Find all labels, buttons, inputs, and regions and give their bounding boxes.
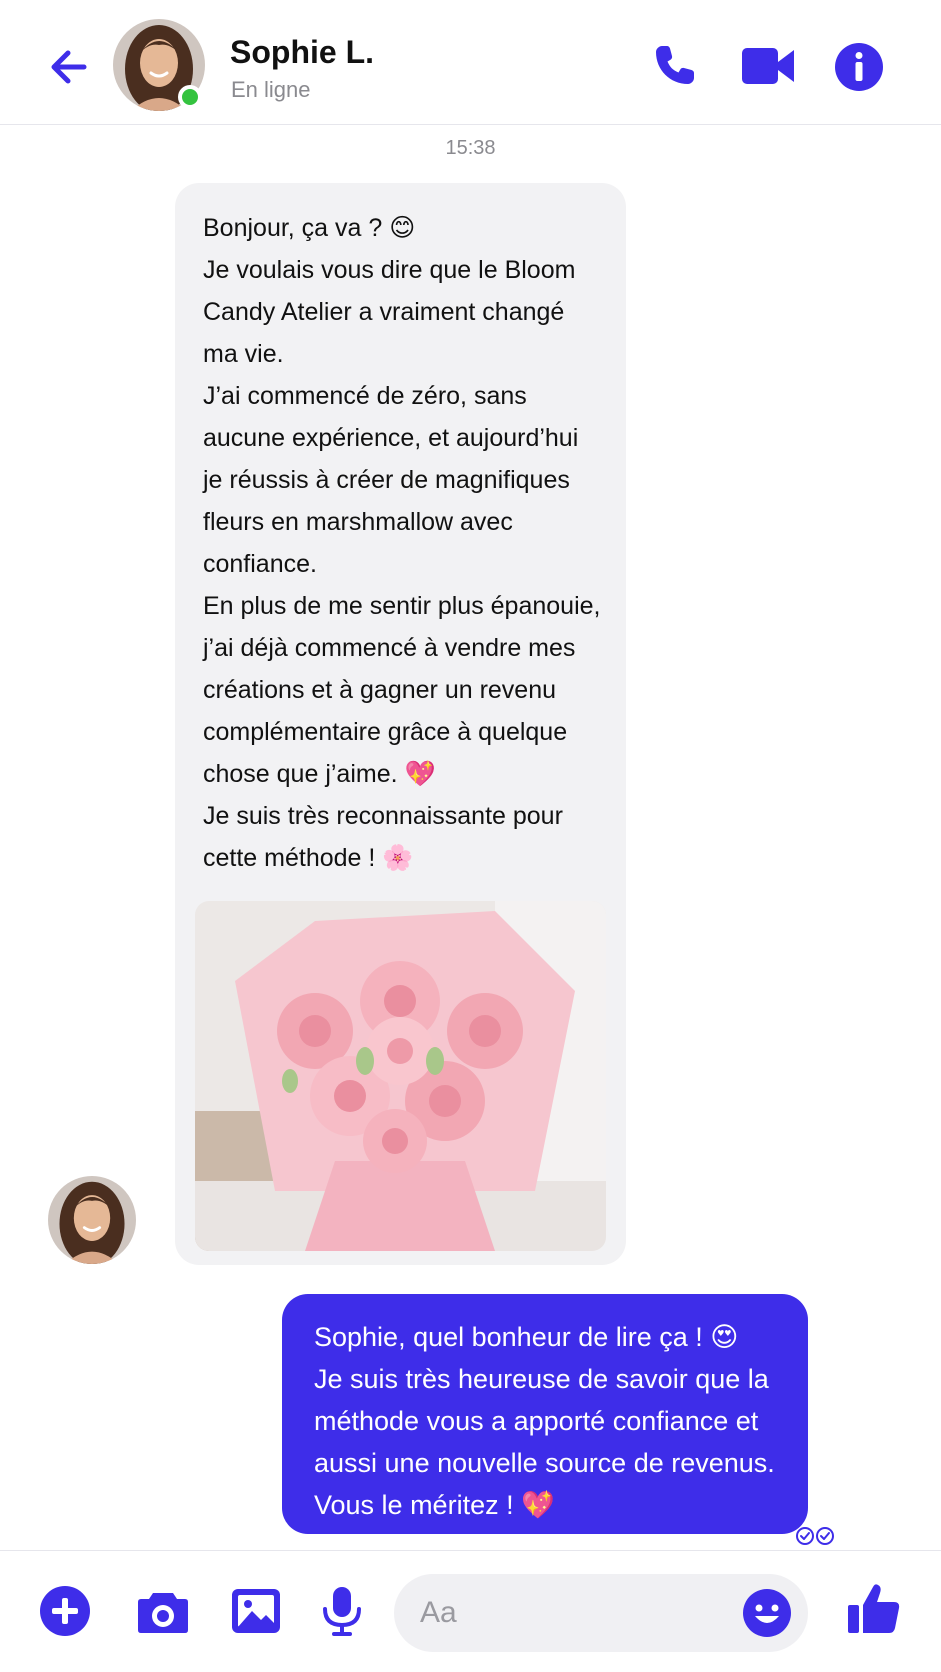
contact-status: En ligne [231, 77, 311, 102]
sender-avatar[interactable] [48, 1176, 136, 1264]
incoming-message-text: Bonjour, ça va ? 😊 Je voulais vous dire … [203, 214, 601, 872]
video-camera-icon[interactable] [740, 40, 796, 92]
camera-icon[interactable] [137, 1585, 189, 1637]
bouquet-image [195, 901, 606, 1251]
info-icon[interactable] [834, 42, 884, 92]
message-input[interactable] [420, 1574, 720, 1652]
double-check-icon [796, 1527, 834, 1545]
avatar-image-small [48, 1176, 136, 1264]
phone-icon[interactable] [648, 40, 700, 92]
online-status-dot [178, 85, 202, 109]
plus-icon[interactable] [39, 1585, 91, 1637]
outgoing-message-text: Sophie, quel bonheur de lire ça ! 😍 Je s… [314, 1322, 775, 1520]
chat-header: Sophie L. En ligne [0, 0, 941, 125]
contact-name: Sophie L. [230, 34, 374, 70]
composer-bar [0, 1550, 941, 1672]
back-arrow-icon[interactable] [44, 42, 94, 92]
bouquet-photo[interactable] [195, 901, 606, 1251]
message-timestamp: 15:38 [445, 137, 496, 159]
image-icon[interactable] [230, 1585, 282, 1637]
message-composer[interactable] [394, 1574, 808, 1652]
emoji-icon[interactable] [742, 1588, 792, 1638]
microphone-icon[interactable] [318, 1585, 366, 1637]
incoming-message-bubble[interactable]: Bonjour, ça va ? 😊 Je voulais vous dire … [175, 183, 626, 1265]
thumbs-up-icon[interactable] [846, 1581, 902, 1637]
outgoing-message-bubble[interactable]: Sophie, quel bonheur de lire ça ! 😍 Je s… [282, 1294, 808, 1534]
